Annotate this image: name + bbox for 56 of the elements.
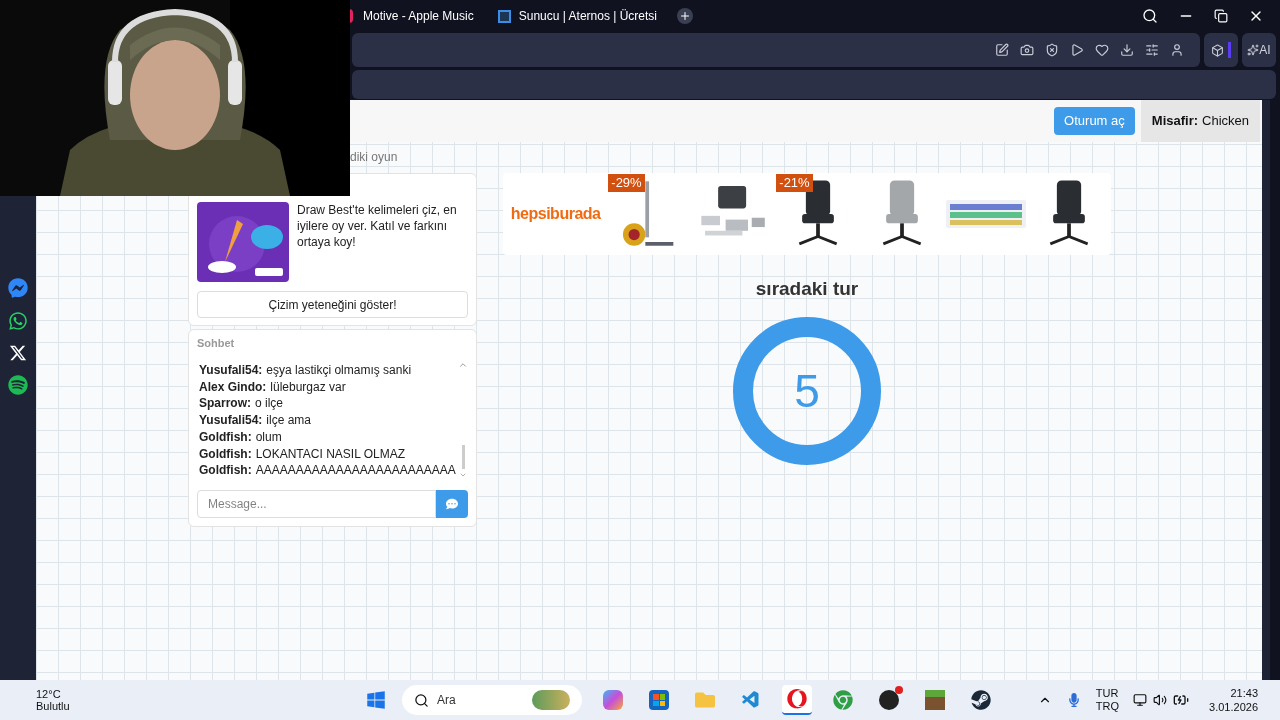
- language-indicator[interactable]: TRQ: [1095, 700, 1120, 713]
- new-tab-button[interactable]: [677, 8, 694, 24]
- chat-message: Sparrow: o ilçe: [199, 395, 285, 413]
- edit-icon[interactable]: [995, 43, 1009, 57]
- promo-text: Draw Best'te kelimeleri çiz, en iyilere oy ver. Katıl ve farkını ortaya koy!: [297, 202, 458, 251]
- language-indicator[interactable]: TUR: [1095, 687, 1120, 700]
- send-button[interactable]: [436, 489, 468, 518]
- promo-button[interactable]: Çizim yeteneğini göster!: [197, 291, 468, 318]
- round-title: sıradaki tur: [755, 277, 859, 301]
- extensions-button[interactable]: [1204, 33, 1238, 67]
- clock-date[interactable]: 3.01.2026: [1209, 700, 1258, 714]
- heart-icon[interactable]: [1095, 43, 1109, 57]
- restore-icon[interactable]: [1214, 9, 1228, 23]
- whatsapp-icon[interactable]: [8, 311, 28, 331]
- network-icon[interactable]: [1133, 693, 1148, 707]
- chat-message: Goldfish: olum: [199, 428, 283, 446]
- chat-message: Alex Gindo: lüleburgaz var: [199, 378, 347, 396]
- brand-logo: hepsiburada: [509, 204, 602, 224]
- chat-message: Yusufali54: eşya lastikçi olmamış sanki: [199, 362, 413, 379]
- plus-icon: [679, 10, 692, 22]
- profile-icon[interactable]: [1170, 43, 1184, 57]
- start-icon[interactable]: [366, 690, 386, 710]
- sparkle-icon: [1247, 44, 1260, 56]
- previous-game-text: diki oyun: [350, 150, 399, 165]
- guest-label: Misafir: Chicken: [1140, 100, 1260, 142]
- settings-icon[interactable]: [1145, 43, 1159, 57]
- chat-message: Goldfish: AAAAAAAAAAAAAAAAAAAAAAAAA: [199, 462, 457, 479]
- search-field[interactable]: Ara: [402, 685, 582, 715]
- battery-icon[interactable]: [1173, 692, 1190, 708]
- shield-icon[interactable]: [1045, 43, 1059, 57]
- ai-button[interactable]: AI: [1242, 33, 1276, 67]
- camera-icon[interactable]: [1020, 43, 1034, 57]
- weather-temperature: 12°C: [36, 688, 62, 700]
- cube-icon: [1211, 43, 1224, 57]
- messenger-icon[interactable]: [8, 278, 28, 298]
- discount-badge: -21%: [776, 174, 813, 192]
- microphone-icon[interactable]: [1067, 693, 1080, 707]
- chat-title: Sohbet: [197, 336, 236, 350]
- download-icon[interactable]: [1120, 43, 1134, 57]
- clock-time[interactable]: 21:43: [1230, 686, 1258, 700]
- discount-badge: -29%: [608, 174, 645, 192]
- message-field[interactable]: Message...: [197, 489, 436, 518]
- x-logo-icon[interactable]: [9, 344, 27, 362]
- play-icon[interactable]: [1070, 43, 1084, 57]
- chat-message: Yusufali54: ilçe ama: [199, 412, 313, 429]
- weather-condition: Bulutlu: [36, 700, 71, 712]
- speech-bubble-icon: [446, 497, 458, 510]
- chat-message: Goldfish: LOKANTACI NASIL OLMAZ: [199, 445, 407, 463]
- search-icon[interactable]: [1142, 8, 1158, 24]
- search-icon: [414, 692, 429, 708]
- volume-icon[interactable]: [1153, 693, 1168, 707]
- countdown-number: 5: [794, 363, 820, 419]
- spotify-icon[interactable]: [8, 375, 28, 395]
- browser-tab[interactable]: Sunucu | Aternos | Ücretsi: [493, 3, 662, 29]
- browser-icon[interactable]: [782, 685, 812, 715]
- browser-tab[interactable]: Motive - Apple Music: [359, 3, 478, 29]
